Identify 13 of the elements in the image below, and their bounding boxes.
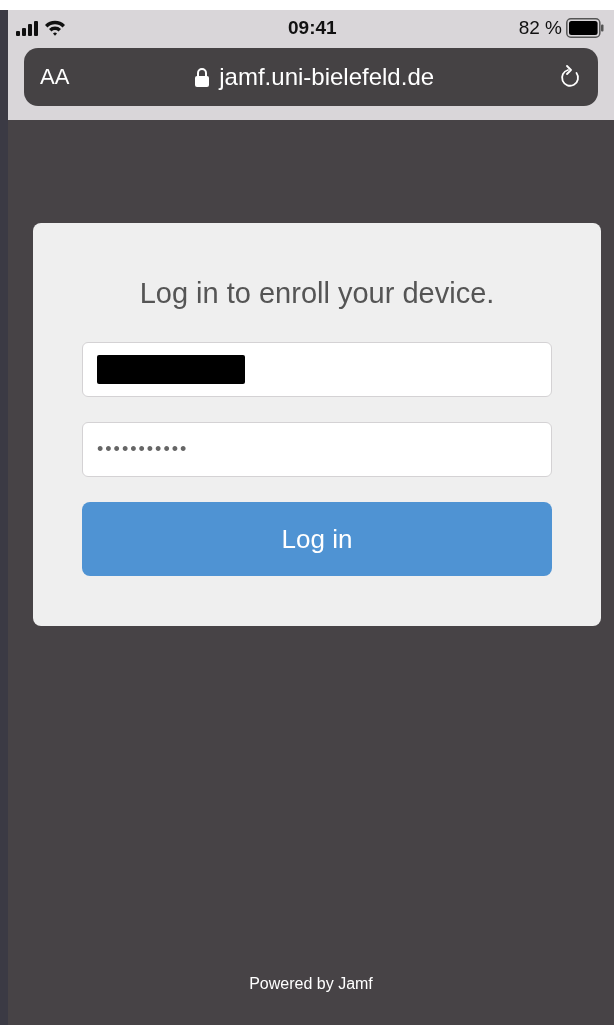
wifi-icon	[44, 20, 66, 36]
url-text: jamf.uni-bielefeld.de	[219, 63, 435, 91]
battery-percentage: 82 %	[518, 17, 562, 39]
address-bar[interactable]: AA jamf.uni-bielefeld.de	[24, 48, 598, 106]
text-size-button[interactable]: AA	[40, 64, 70, 90]
signal-icon	[16, 20, 38, 36]
username-field[interactable]	[82, 342, 552, 397]
login-title: Log in to enroll your device.	[138, 277, 496, 310]
footer-text: Powered by Jamf	[248, 975, 374, 994]
battery-icon	[566, 18, 604, 38]
status-time: 09:41	[288, 17, 337, 39]
password-field[interactable]: •••••••••••	[82, 422, 552, 477]
reload-icon[interactable]	[560, 65, 582, 89]
